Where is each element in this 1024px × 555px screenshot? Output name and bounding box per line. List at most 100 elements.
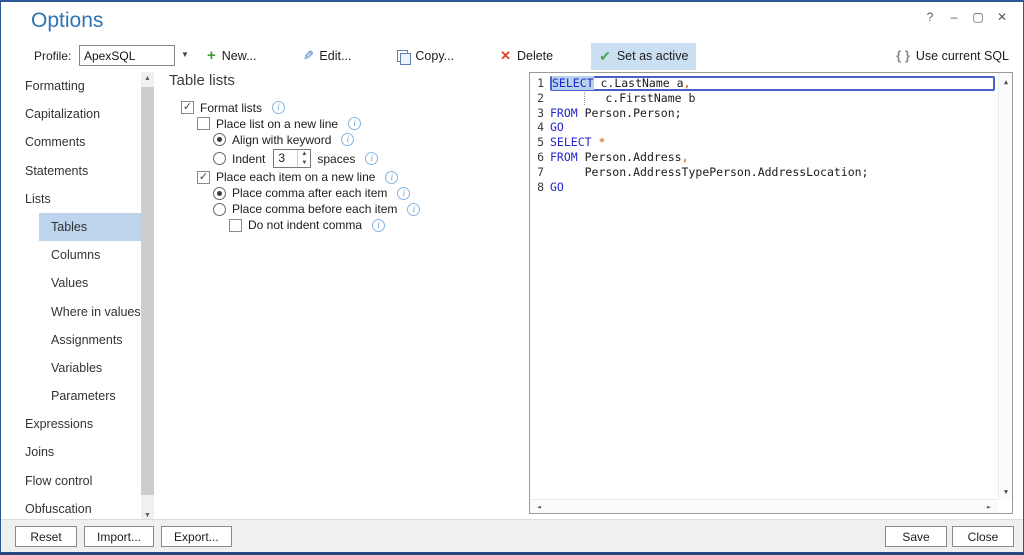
info-icon[interactable]: i [365, 152, 379, 165]
checkbox-place-each-item-on-a-new-line[interactable]: ✓ [197, 170, 210, 184]
option-row-do-not-indent-comma: Do not indent comma i [169, 218, 524, 234]
new-button[interactable]: + New... [199, 44, 265, 68]
delete-button[interactable]: ✕ Delete [492, 43, 561, 69]
copy-button[interactable]: Copy... [389, 44, 462, 68]
sidebar-item-formatting[interactable]: Formatting [9, 72, 141, 100]
sql-line-content: FROM Person.Address, [550, 150, 995, 165]
sql-token: Person.Address [577, 149, 682, 164]
info-icon[interactable]: i [372, 218, 386, 232]
footer-right-buttons: Save Close [885, 526, 1014, 547]
sidebar-item-capitalization[interactable]: Capitalization [9, 100, 141, 128]
scroll-up-icon[interactable]: ▲ [141, 72, 154, 85]
spinner-suffix-label: spaces [317, 151, 356, 166]
save-button[interactable]: Save [885, 526, 947, 547]
window-controls: ? – ▢ ✕ [921, 8, 1011, 26]
minimize-button[interactable]: – [945, 8, 963, 26]
sql-line[interactable]: 1 SELECT c.LastName a, [533, 76, 995, 91]
scroll-left-icon[interactable]: ◄ [532, 500, 546, 514]
use-current-sql-button[interactable]: { } Use current SQL [896, 48, 1009, 63]
info-icon[interactable]: i [397, 186, 411, 200]
spinner-arrows: ▲ ▼ [297, 150, 310, 167]
checkbox-do-not-indent-comma[interactable] [229, 218, 242, 232]
line-number: 3 [537, 105, 544, 120]
sql-line[interactable]: 3 FROM Person.Person; [533, 106, 995, 121]
sql-line-content: c.FirstName b [550, 91, 995, 106]
sidebar-item-expressions[interactable]: Expressions [9, 410, 141, 438]
profile-input[interactable] [79, 45, 175, 66]
sidebar-item-where-in-values[interactable]: Where in values [9, 298, 141, 326]
set-as-active-label: Set as active [616, 49, 689, 63]
sidebar-item-variables[interactable]: Variables [9, 354, 141, 382]
edit-button[interactable]: ✎ Edit... [295, 43, 360, 69]
checkbox-format-lists[interactable]: ✓ [181, 101, 194, 115]
option-rows: ✓ Format lists i Place list on a new line i A… [169, 100, 524, 233]
import-button[interactable]: Import... [84, 526, 155, 547]
sidebar-item-joins[interactable]: Joins [9, 438, 141, 466]
spin-down-icon[interactable]: ▼ [298, 159, 310, 168]
scroll-up-icon[interactable]: ▲ [999, 75, 1013, 89]
profile-dropdown-icon[interactable]: ▼ [181, 50, 189, 59]
close-button[interactable]: ✕ [993, 8, 1011, 26]
scroll-down-icon[interactable]: ▼ [999, 485, 1013, 499]
option-label: Place comma before each item [232, 202, 398, 217]
sidebar: Formatting Capitalization Comments Statemen… [9, 72, 141, 523]
sidebar-item-values[interactable]: Values [9, 269, 141, 297]
checkbox-place-list-on-a-new-line[interactable] [197, 117, 210, 131]
sidebar-item-comments[interactable]: Comments [9, 128, 141, 156]
indent-spinner[interactable]: 3 ▲ ▼ [273, 149, 312, 168]
sql-line[interactable]: 4 GO [533, 120, 995, 135]
sidebar-item-flow-control[interactable]: Flow control [9, 467, 141, 495]
sql-line[interactable]: 8 GO [533, 180, 995, 195]
line-number: 7 [537, 164, 544, 179]
sidebar-item-tables[interactable]: Tables [9, 212, 141, 242]
export-button[interactable]: Export... [161, 526, 232, 547]
sql-token: SELECT [550, 135, 592, 150]
spin-up-icon[interactable]: ▲ [298, 150, 310, 159]
sql-line-content: SELECT c.LastName a, [550, 76, 995, 91]
sql-line[interactable]: 6 FROM Person.Address, [533, 150, 995, 165]
vertical-scrollbar[interactable]: ▲ ▼ [998, 73, 1012, 499]
info-icon[interactable]: i [341, 133, 355, 147]
scrollbar-thumb[interactable] [141, 87, 154, 495]
option-label: Do not indent comma [248, 218, 363, 233]
sql-line-content: Person.AddressTypePerson.AddressLocation… [550, 165, 995, 180]
info-icon[interactable]: i [348, 117, 362, 131]
option-row-place-comma-before-each-item: Place comma before each item i [169, 202, 524, 218]
info-icon[interactable]: i [385, 170, 399, 184]
sql-token: GO [550, 120, 564, 135]
sidebar-item-lists[interactable]: Lists [9, 185, 141, 213]
radio-indent[interactable] [213, 152, 226, 165]
scroll-right-icon[interactable]: ► [982, 500, 996, 514]
sidebar-item-columns[interactable]: Columns [9, 241, 141, 269]
radio-place-comma-after-each-item[interactable] [213, 186, 226, 200]
sidebar-scrollbar[interactable]: ▲ ▼ [141, 72, 154, 522]
sidebar-item-parameters[interactable]: Parameters [9, 382, 141, 410]
braces-icon: { } [896, 48, 910, 63]
option-row-place-list-on-a-new-line: Place list on a new line i [169, 116, 524, 132]
sql-token: Person.AddressTypePerson.AddressLocation… [550, 164, 869, 179]
radio-align-with-keyword[interactable] [213, 133, 226, 147]
maximize-button[interactable]: ▢ [969, 8, 987, 26]
sidebar-item-statements[interactable]: Statements [9, 157, 141, 185]
help-button[interactable]: ? [921, 8, 939, 26]
close-button[interactable]: Close [952, 526, 1014, 547]
radio-place-comma-before-each-item[interactable] [213, 202, 226, 216]
option-label: Place each item on a new line [216, 170, 376, 185]
options-panel: Table lists ✓ Format lists i Place list on … [169, 72, 524, 234]
line-number: 2 [537, 90, 544, 105]
set-as-active-button[interactable]: ✔ Set as active [591, 42, 697, 70]
reset-button[interactable]: Reset [15, 526, 77, 547]
sql-preview-panel[interactable]: 1 SELECT c.LastName a, 2 c.FirstName b 3 FRO… [529, 72, 1013, 514]
info-icon[interactable]: i [407, 202, 421, 216]
info-icon[interactable]: i [272, 101, 286, 115]
toolbar-buttons: + New... ✎ Edit... Copy... ✕ Delete ✔ Set as act… [199, 42, 697, 70]
sql-token: c.LastName a [593, 76, 684, 90]
sql-line[interactable]: 7 Person.AddressTypePerson.AddressLocati… [533, 165, 995, 180]
page-title: Options [31, 9, 104, 32]
delete-label: Delete [516, 49, 554, 63]
sidebar-item-assignments[interactable]: Assignments [9, 326, 141, 354]
sql-line[interactable]: 5 SELECT * [533, 135, 995, 150]
sql-token: FROM [550, 149, 578, 164]
sql-line[interactable]: 2 c.FirstName b [533, 91, 995, 106]
horizontal-scrollbar[interactable]: ◄ ► [530, 499, 998, 513]
